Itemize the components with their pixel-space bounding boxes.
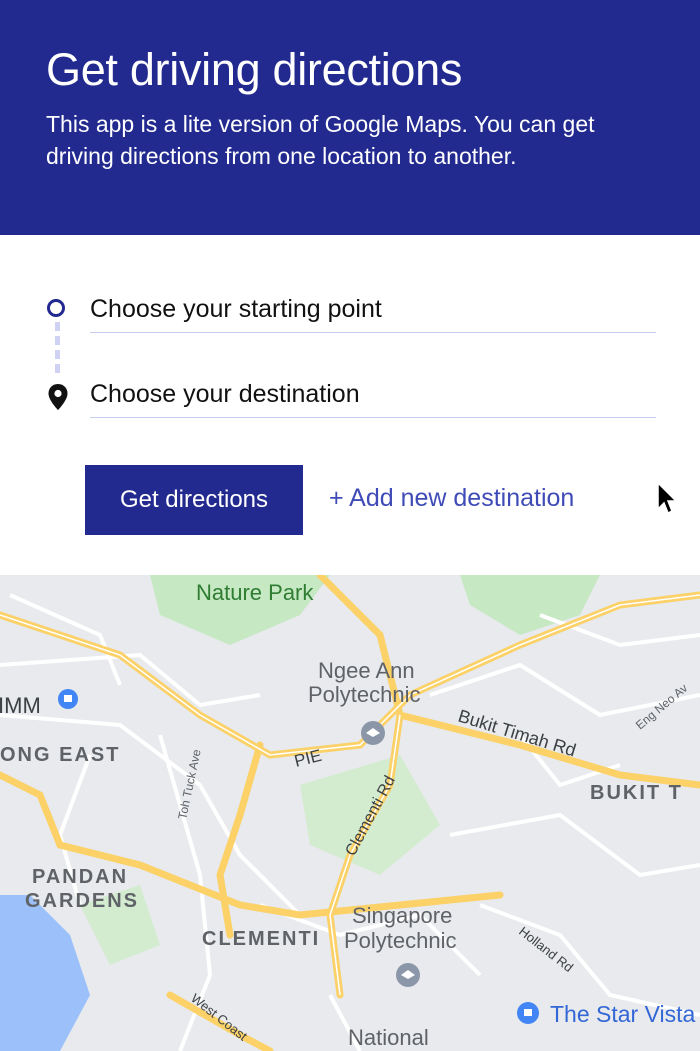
map-label-gardens: GARDENS bbox=[25, 890, 139, 912]
school-pin-icon[interactable] bbox=[396, 963, 420, 987]
map-label-jurong-east: ONG EAST bbox=[0, 744, 120, 766]
starting-point-input[interactable]: Choose your starting point bbox=[90, 286, 656, 333]
app-header: Get driving directions This app is a lit… bbox=[0, 0, 700, 235]
map-label-singapore: Singapore bbox=[352, 903, 452, 928]
map-label-bukit-timah: BUKIT T bbox=[590, 782, 683, 804]
map-view[interactable]: Nature Park Ngee Ann Polytechnic IMM ONG… bbox=[0, 575, 700, 1051]
add-destination-link[interactable]: + Add new destination bbox=[329, 484, 574, 513]
map-label-pandan: PANDAN bbox=[32, 866, 128, 888]
mouse-cursor-icon bbox=[657, 482, 678, 515]
map-label-ngee-ann: Ngee Ann bbox=[318, 658, 415, 683]
shopping-pin-icon[interactable] bbox=[517, 1002, 539, 1024]
school-pin-icon[interactable] bbox=[361, 721, 385, 745]
map-label-star-vista: The Star Vista bbox=[550, 1001, 696, 1027]
destination-input[interactable]: Choose your destination bbox=[90, 371, 656, 418]
start-circle-icon bbox=[47, 299, 65, 317]
page-title: Get driving directions bbox=[46, 44, 463, 95]
map-label-sp-polytechnic: Polytechnic bbox=[344, 928, 457, 953]
get-directions-button[interactable]: Get directions bbox=[85, 465, 303, 535]
map-pin-icon[interactable] bbox=[58, 689, 78, 709]
map-label-imm: IMM bbox=[0, 693, 41, 718]
destination-pin-icon bbox=[48, 384, 68, 410]
map-label-national: National bbox=[348, 1025, 429, 1050]
map-label-nature-park: Nature Park bbox=[196, 580, 314, 605]
map-label-polytechnic: Polytechnic bbox=[308, 682, 421, 707]
map-label-clementi: CLEMENTI bbox=[202, 928, 320, 950]
app-description: This app is a lite version of Google Map… bbox=[46, 111, 595, 169]
route-dots-icon bbox=[55, 322, 60, 378]
